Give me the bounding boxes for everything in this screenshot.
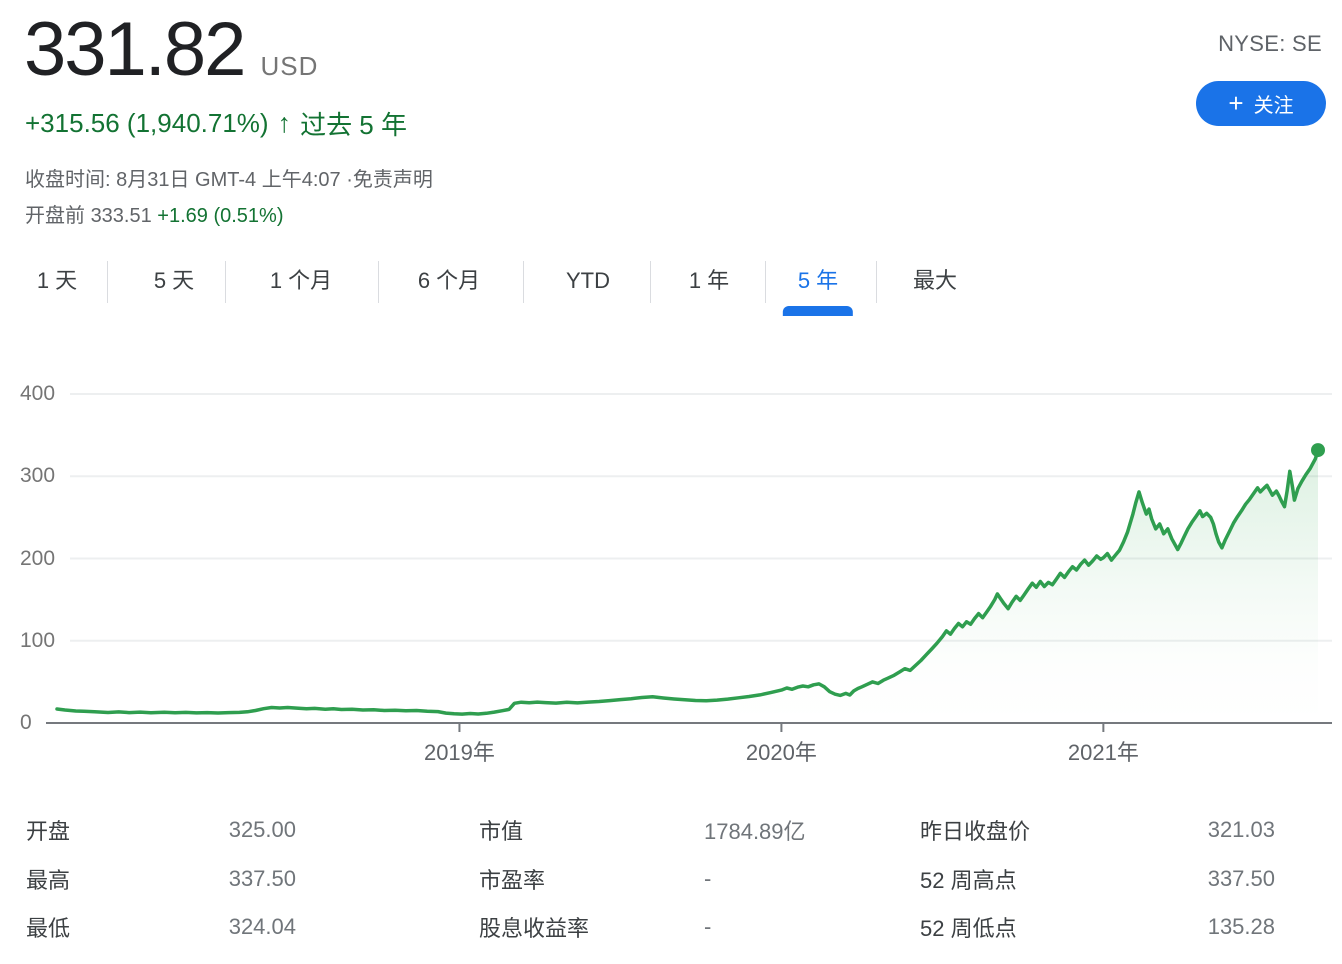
stat-row: 52 周低点 135.28 <box>920 903 1275 952</box>
stat-value: 1784.89亿 <box>704 814 806 846</box>
y-axis-label: 200 <box>20 547 55 571</box>
y-axis-label: 300 <box>20 464 55 488</box>
x-axis-label: 2021年 <box>1068 735 1139 767</box>
stat-label: 最低 <box>26 911 70 943</box>
stats-column: 昨日收盘价 321.03 52 周高点 337.50 52 周低点 135.28 <box>920 806 1275 952</box>
stat-value: 325.00 <box>229 817 296 843</box>
stat-label: 昨日收盘价 <box>920 814 1030 846</box>
stat-row: 开盘 325.00 <box>26 806 296 855</box>
stat-label: 开盘 <box>26 814 70 846</box>
stat-value: 324.04 <box>229 914 296 940</box>
stat-row: 市值 1784.89亿 <box>479 806 835 855</box>
stats-column: 市值 1784.89亿市盈率 - 股息收益率 - <box>479 806 835 952</box>
y-axis-label: 400 <box>20 382 55 406</box>
stat-label: 市值 <box>479 814 523 846</box>
x-axis-label: 2019年 <box>424 735 495 767</box>
stat-row: 最低 324.04 <box>26 903 296 952</box>
stat-row: 52 周高点 337.50 <box>920 855 1275 904</box>
stat-row: 昨日收盘价 321.03 <box>920 806 1275 855</box>
last-price-dot <box>1311 443 1325 457</box>
stat-label: 52 周高点 <box>920 863 1017 895</box>
stat-label: 52 周低点 <box>920 911 1017 943</box>
stat-value: - <box>704 866 711 892</box>
y-axis-label: 100 <box>20 629 55 653</box>
stat-value: 337.50 <box>229 866 296 892</box>
stat-row: 市盈率 - <box>479 855 835 904</box>
google-finance-quote-page: 331.82 USD +315.56 (1,940.71%) ↑ 过去 5 年 … <box>0 0 1342 964</box>
stat-label: 股息收益率 <box>479 911 589 943</box>
stat-row: 股息收益率 - <box>479 903 835 952</box>
stat-value: 321.03 <box>1208 817 1275 843</box>
stat-label: 最高 <box>26 863 70 895</box>
price-area-fill <box>57 450 1318 723</box>
stat-value: 135.28 <box>1208 914 1275 940</box>
x-axis-label: 2020年 <box>746 735 817 767</box>
stats-column: 开盘 325.00 最高 337.50 最低 324.04 <box>26 806 296 952</box>
y-axis-label: 0 <box>20 711 32 735</box>
stat-row: 最高 337.50 <box>26 855 296 904</box>
stat-value: - <box>704 914 711 940</box>
stat-value: 337.50 <box>1208 866 1275 892</box>
stat-label: 市盈率 <box>479 863 545 895</box>
